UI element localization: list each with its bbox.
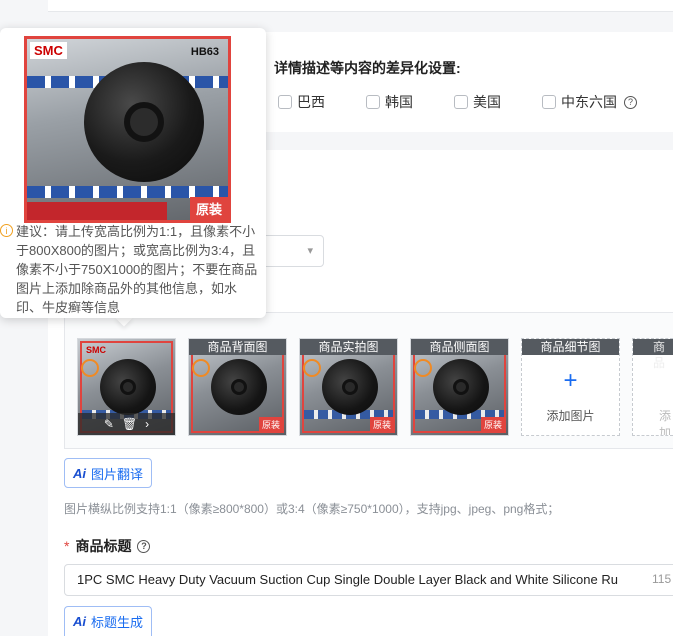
tooltip-text: 建议：请上传宽高比例为1:1，且像素不小于800X800的图片；或宽高比例为3:… [16, 224, 258, 315]
title-field-label: * 商品标题 ? [64, 536, 151, 556]
top-panel [48, 0, 673, 12]
slot-label: 商品细节图 [522, 339, 619, 355]
info-circle-icon: i [0, 224, 13, 237]
image-translate-button[interactable]: Ai 图片翻译 [64, 458, 153, 488]
checkbox[interactable] [278, 95, 292, 109]
country-label: 美国 [473, 94, 501, 110]
ai-icon: Ai [73, 614, 86, 629]
edit-icon[interactable]: ✎ [104, 417, 114, 431]
image-slot-back[interactable]: 商品背面图 原装 [188, 338, 287, 436]
photo-tag: 原装 [258, 417, 283, 432]
slot-label: 商品 [633, 339, 673, 370]
ai-icon: Ai [73, 465, 86, 481]
country-checkbox-korea[interactable]: 韩国 [366, 92, 413, 112]
country-label: 韩国 [385, 94, 413, 110]
image-format-hint: 图片横纵比例支持1:1（像素≥800*800）或3:4（像素≥750*1000）… [64, 502, 560, 516]
country-checkbox-usa[interactable]: 美国 [454, 92, 501, 112]
title-label-text: 商品标题 [75, 538, 132, 554]
add-image-text: 添加 [659, 409, 672, 436]
image-slot-detail[interactable]: 商品细节图 + 添加图片 [521, 338, 620, 436]
product-title-input[interactable]: 1PC SMC Heavy Duty Vacuum Suction Cup Si… [64, 564, 673, 596]
warning-badge-icon [81, 359, 99, 377]
image-slot-real[interactable]: 商品实拍图 原装 [299, 338, 398, 436]
tooltip-preview-photo: SMC HB63 原装 [24, 36, 231, 223]
image-slot-side[interactable]: 商品侧面图 原装 [410, 338, 509, 436]
checkbox[interactable] [542, 95, 556, 109]
country-label: 中东六国 [561, 94, 617, 110]
slot-label: 商品实拍图 [300, 339, 397, 355]
add-image-text: 添加图片 [546, 409, 595, 423]
image-translate-label: 图片翻译 [91, 466, 144, 482]
checkbox[interactable] [366, 95, 380, 109]
warning-badge-icon [303, 359, 321, 377]
photo-tag: 原装 [369, 417, 394, 432]
image-slot-main[interactable]: SMC ✎ 🗑 › [77, 338, 176, 436]
country-checkbox-middle-east[interactable]: 中东六国 ? [542, 92, 637, 112]
question-circle-icon[interactable]: ? [624, 95, 637, 109]
title-generate-button[interactable]: Ai 标题生成 [64, 606, 153, 636]
title-generate-label: 标题生成 [91, 615, 144, 630]
warning-badge-icon [414, 359, 432, 377]
image-guideline-tooltip: SMC HB63 原装 i 建议：请上传宽高比例为1:1，且像素不小于800X8… [0, 28, 266, 318]
image-slot-extra[interactable]: 商品 添加 [632, 338, 673, 436]
checkbox[interactable] [454, 95, 468, 109]
country-label: 巴西 [297, 94, 325, 110]
delete-icon[interactable]: 🗑 [122, 417, 137, 431]
photo-brand-text: SMC [86, 345, 106, 355]
chevron-down-icon: ▾ [307, 245, 313, 257]
diff-settings-title: 详情描述等内容的差异化设置: [274, 60, 461, 76]
title-char-count: 115 [652, 572, 672, 586]
photo-tag: 原装 [480, 417, 505, 432]
slot-label: 商品侧面图 [411, 339, 508, 355]
warning-badge-icon [192, 359, 210, 377]
image-toolbar: ✎ 🗑 › [78, 413, 175, 435]
required-mark: * [64, 538, 70, 554]
chevron-right-icon[interactable]: › [145, 417, 149, 431]
country-checkbox-brazil[interactable]: 巴西 [278, 92, 325, 112]
question-circle-icon[interactable]: ? [137, 539, 151, 553]
plus-icon: + [563, 367, 578, 394]
slot-label: 商品背面图 [189, 339, 286, 355]
